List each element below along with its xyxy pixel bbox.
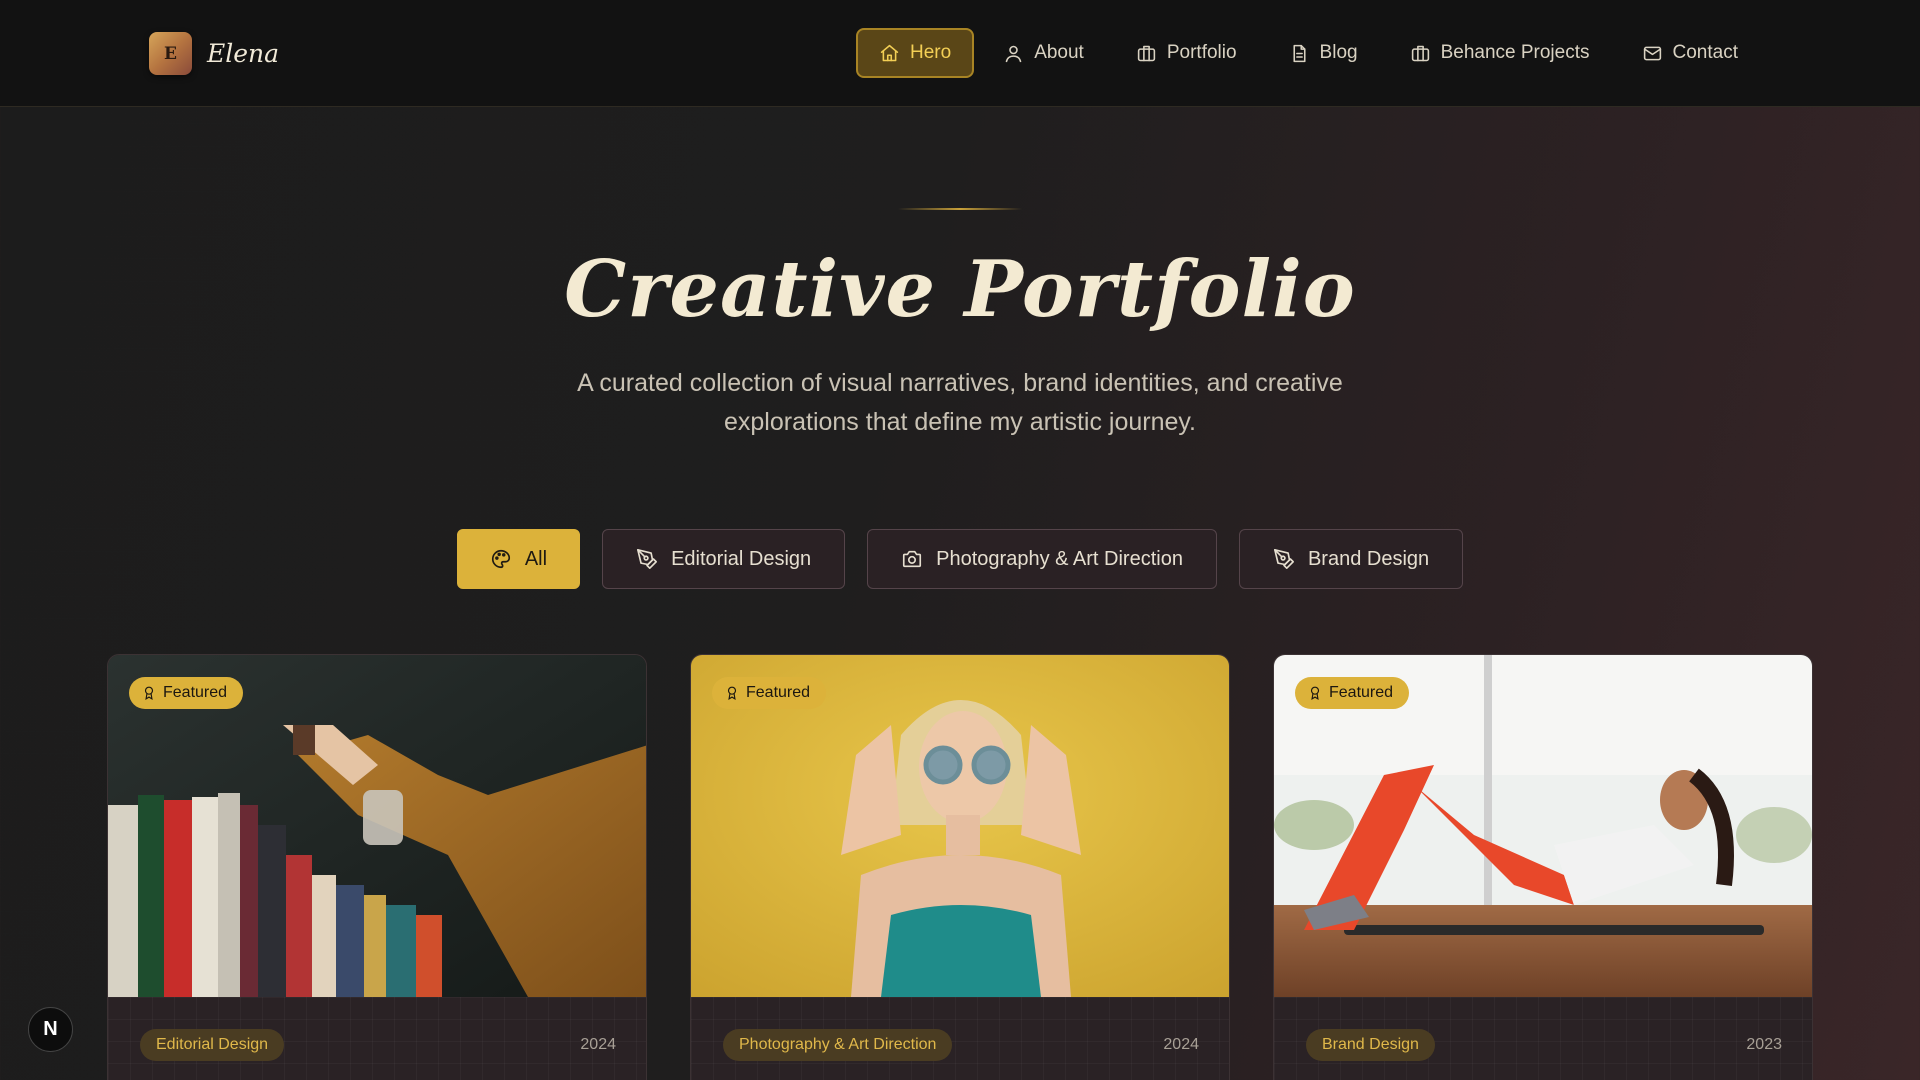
nav-menu: Hero About Portfolio Blog Behance Projec… <box>856 28 1767 78</box>
filter-brand-design[interactable]: Brand Design <box>1238 529 1464 589</box>
document-icon <box>1293 44 1306 62</box>
nav-item-label: Behance Projects <box>1440 42 1590 63</box>
filter-all[interactable]: All <box>456 529 581 589</box>
category-tag: Editorial Design <box>140 1029 285 1061</box>
award-icon <box>1310 686 1320 700</box>
brand-name: Elena <box>207 39 280 68</box>
category-tag: Photography & Art Direction <box>723 1029 953 1061</box>
nav-item-blog[interactable]: Blog <box>1266 28 1381 78</box>
category-tag: Brand Design <box>1306 1029 1435 1061</box>
featured-badge: Featured <box>712 677 827 709</box>
portfolio-card[interactable]: Featured Editorial Design 2024 <box>107 654 647 1080</box>
project-year: 2024 <box>1163 1036 1199 1053</box>
portfolio-grid: Featured Editorial Design 2024 Featured … <box>107 654 1856 1080</box>
nextjs-logo-icon: N <box>43 1018 58 1040</box>
nav-item-behance-projects[interactable]: Behance Projects <box>1387 28 1613 78</box>
filter-photography-art-direction[interactable]: Photography & Art Direction <box>867 529 1217 589</box>
featured-badge: Featured <box>1295 677 1410 709</box>
featured-badge: Featured <box>129 677 244 709</box>
nav-item-label: Blog <box>1319 42 1358 63</box>
nav-item-label: Hero <box>910 42 952 63</box>
briefcase-icon <box>1411 45 1429 61</box>
page-title: Creative Portfolio <box>564 244 1356 335</box>
card-body: Photography & Art Direction 2024 <box>691 997 1229 1080</box>
nav-item-about[interactable]: About <box>980 28 1107 78</box>
nav-item-portfolio[interactable]: Portfolio <box>1113 28 1260 78</box>
project-year: 2023 <box>1746 1036 1782 1053</box>
filter-editorial-design[interactable]: Editorial Design <box>602 529 846 589</box>
award-icon <box>727 686 737 700</box>
nav-item-hero[interactable]: Hero <box>856 28 975 78</box>
filter-label: All <box>524 547 548 570</box>
nav-item-contact[interactable]: Contact <box>1619 28 1761 78</box>
mail-icon <box>1643 46 1661 60</box>
nav-item-label: Contact <box>1672 42 1738 63</box>
badge-label: Featured <box>746 684 811 701</box>
user-icon <box>1005 45 1022 62</box>
badge-label: Featured <box>163 684 228 701</box>
filter-label: Photography & Art Direction <box>936 547 1183 570</box>
nextjs-dev-indicator-button[interactable]: N <box>28 1007 73 1052</box>
nav-item-label: About <box>1034 42 1084 63</box>
logo-badge: E <box>149 32 192 75</box>
project-year: 2024 <box>580 1036 616 1053</box>
camera-icon <box>903 550 922 568</box>
page-subtitle: A curated collection of visual narrative… <box>577 369 1343 436</box>
home-icon <box>880 44 899 61</box>
brand-logo[interactable]: E Elena <box>149 32 279 75</box>
card-body: Brand Design 2023 <box>1274 997 1812 1080</box>
category-filters: All Editorial Design Photography & Art D… <box>0 529 1920 589</box>
palette-icon <box>491 549 510 569</box>
filter-label: Brand Design <box>1307 547 1430 570</box>
briefcase-icon <box>1137 45 1156 61</box>
pen-tool-icon <box>637 549 658 569</box>
portfolio-card[interactable]: Featured Photography & Art Direction 202… <box>690 654 1230 1080</box>
title-divider <box>898 208 1022 210</box>
card-body: Editorial Design 2024 <box>108 997 646 1080</box>
filter-label: Editorial Design <box>671 547 812 570</box>
nav-item-label: Portfolio <box>1166 42 1237 63</box>
award-icon <box>144 686 154 700</box>
portfolio-card[interactable]: Featured Brand Design 2023 <box>1273 654 1813 1080</box>
badge-label: Featured <box>1329 684 1394 701</box>
top-navigation: E Elena Hero About Portfolio Blog Behanc… <box>0 0 1920 107</box>
pen-tool-icon <box>1273 549 1294 569</box>
